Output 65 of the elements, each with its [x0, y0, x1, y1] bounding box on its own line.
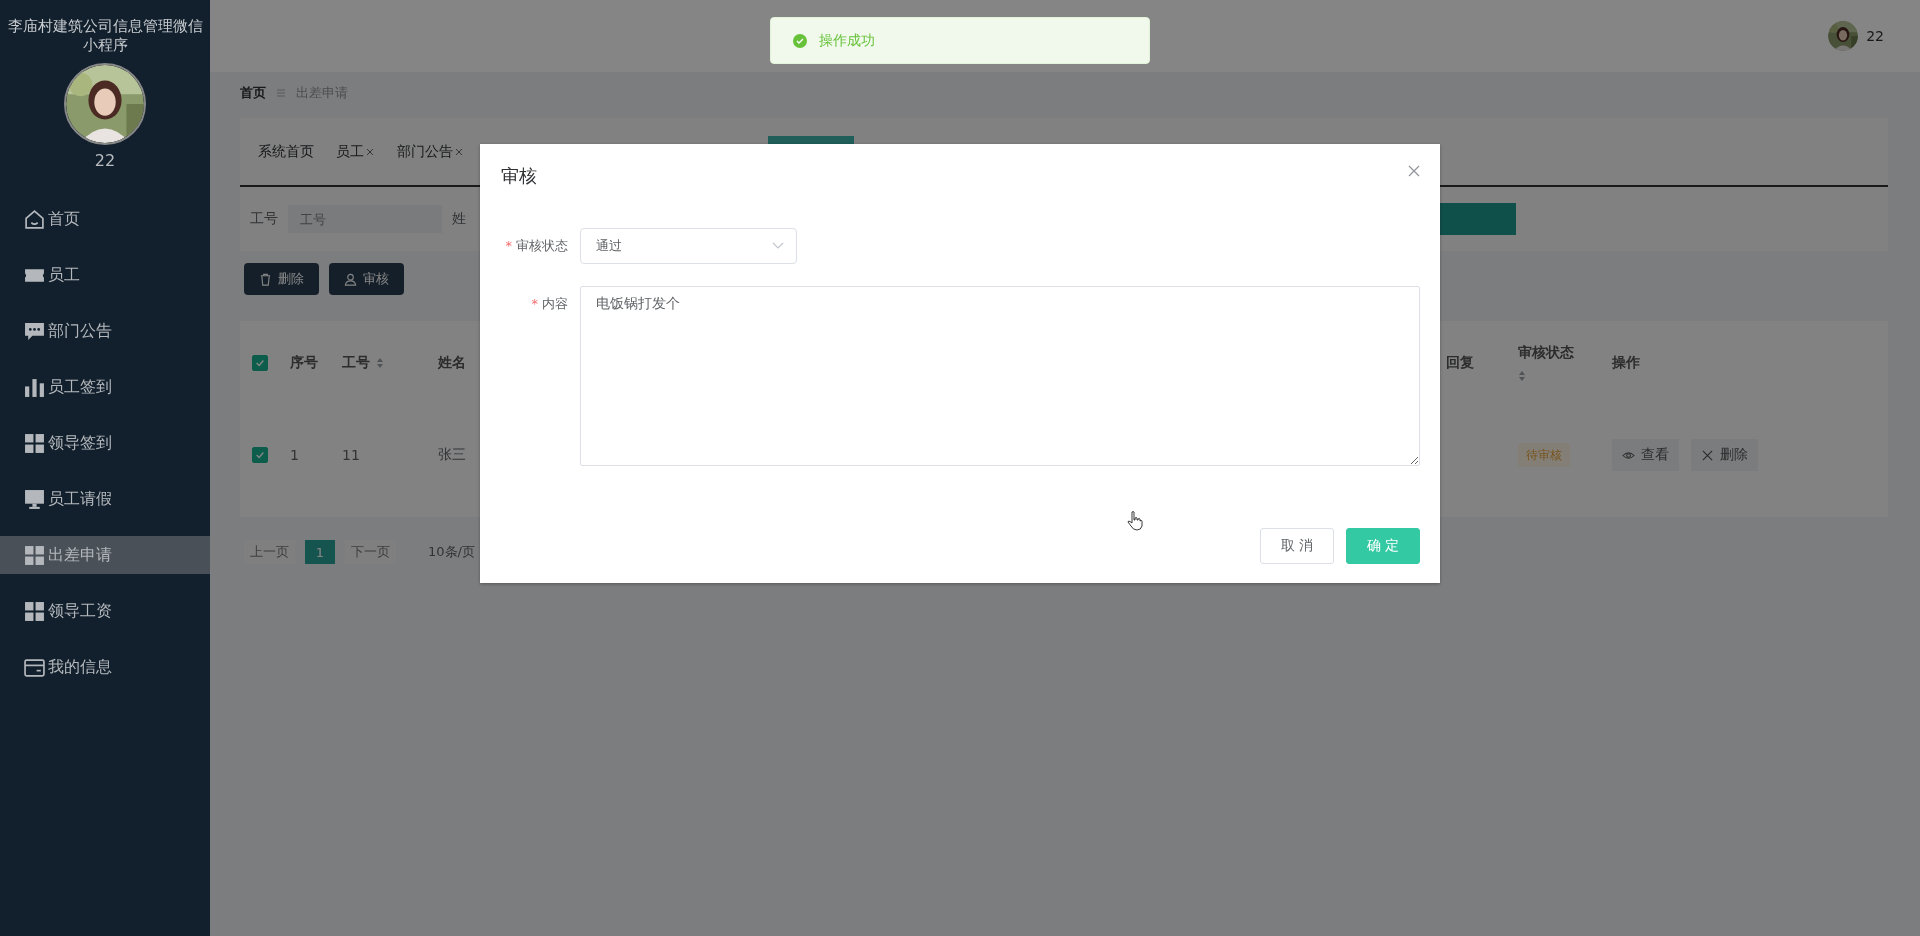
checkbox[interactable] [252, 447, 268, 463]
sidebar-item[interactable]: 员工请假 [0, 480, 210, 518]
monitor-icon [24, 488, 45, 510]
sort-icon[interactable] [376, 357, 384, 369]
column-header: 回复 [1446, 354, 1474, 370]
column-header: 审核状态 [1518, 344, 1574, 362]
sidebar-item[interactable]: 领导签到 [0, 424, 210, 462]
trash-icon [259, 272, 272, 286]
sidebar-item[interactable]: 领导工资 [0, 592, 210, 630]
status-tag: 待审核 [1518, 443, 1570, 467]
sidebar-item[interactable]: 首页 [0, 200, 210, 238]
table-cell: 1 [290, 447, 299, 463]
sidebar-item[interactable]: 员工签到 [0, 368, 210, 406]
tab[interactable]: 系统首页 [258, 142, 314, 161]
sidebar-item[interactable]: 出差申请 [0, 536, 210, 574]
toolbar-button[interactable]: 审核 [329, 263, 404, 295]
sort-icon[interactable] [1518, 370, 1526, 382]
close-icon [1701, 448, 1714, 462]
select-field[interactable]: 通过 [580, 228, 797, 264]
toolbar-button[interactable]: 删除 [244, 263, 319, 295]
toast-message: 操作成功 [819, 31, 875, 50]
grid-icon [24, 544, 45, 566]
text-area[interactable]: 电饭锅打发个 [580, 286, 1420, 466]
required-mark: * [531, 295, 538, 313]
chevron-down-icon [772, 242, 784, 250]
card-icon [24, 656, 45, 678]
sidebar-item[interactable]: 我的信息 [0, 648, 210, 686]
chat-icon [24, 320, 45, 342]
column-header: 序号 [290, 354, 318, 372]
user-name: 22 [1866, 28, 1884, 44]
column-header: 姓名 [438, 354, 466, 372]
user-icon [344, 272, 357, 286]
required-mark: * [505, 237, 512, 255]
page-size-select[interactable]: 10条/页 [428, 543, 475, 561]
checkmark-icon [255, 450, 265, 460]
field-label: 内容 [542, 295, 568, 313]
table-cell: 11 [342, 447, 360, 463]
dialog-title: 审核 [501, 164, 537, 188]
app-title: 李庙村建筑公司信息管理微信小程序 [6, 16, 204, 55]
grid-icon [24, 600, 45, 622]
sidebar-item[interactable]: 部门公告 [0, 312, 210, 350]
checkmark-icon [255, 358, 265, 368]
check-circle-icon [793, 33, 807, 48]
cancel-button[interactable]: 取 消 [1260, 528, 1334, 564]
action-button[interactable]: 查看 [1612, 439, 1679, 471]
close-icon[interactable] [1408, 165, 1420, 177]
field-label: 姓 [452, 210, 466, 228]
home-icon [24, 208, 45, 230]
column-header: 操作 [1612, 354, 1640, 370]
action-button[interactable]: 删除 [1691, 439, 1758, 471]
user-name: 22 [93, 151, 117, 170]
tab[interactable]: 部门公告 [397, 142, 464, 161]
sidebar-item[interactable]: 员工 [0, 256, 210, 294]
breadcrumb-item[interactable]: 首页 [240, 84, 266, 102]
grid-icon [24, 432, 45, 454]
field-label: 审核状态 [516, 237, 568, 255]
tab[interactable]: 员工 [336, 142, 375, 161]
table-cell: 张三 [438, 446, 466, 462]
close-icon[interactable] [365, 146, 375, 157]
bar-chart-icon [24, 376, 45, 398]
field-label: 工号 [250, 210, 278, 228]
column-header: 工号 [342, 354, 370, 372]
checkbox[interactable] [252, 355, 268, 371]
pointer-cursor-icon [1127, 511, 1143, 531]
close-icon[interactable] [454, 146, 464, 157]
